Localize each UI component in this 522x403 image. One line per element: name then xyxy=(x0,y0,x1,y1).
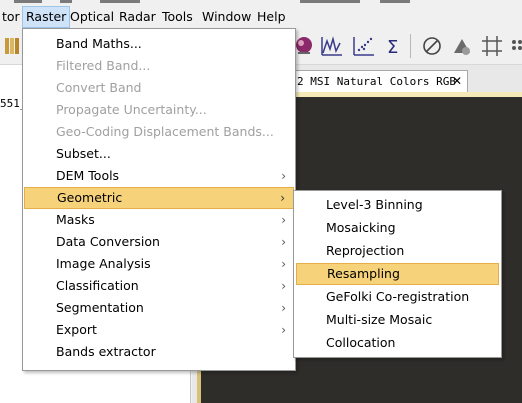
chevron-right-icon: › xyxy=(281,235,286,249)
grid-icon[interactable] xyxy=(480,34,504,58)
raster-menu: Band Maths... Filtered Band... Convert Ban… xyxy=(22,28,296,371)
svg-text:Σ: Σ xyxy=(387,37,398,57)
menu-raster[interactable]: Raster xyxy=(22,6,71,28)
menu-radar[interactable]: Radar xyxy=(116,6,159,28)
menu-tools[interactable]: Tools xyxy=(159,6,196,28)
menu-item-label: DEM Tools xyxy=(56,168,120,183)
menu-item-label: Level-3 Binning xyxy=(326,197,423,212)
dots-icon[interactable] xyxy=(506,34,522,58)
menu-item-label: Mosaicking xyxy=(326,220,396,235)
raster-menu-item-geo-coding-displacement-bands: Geo-Coding Displacement Bands... xyxy=(24,121,294,143)
geometric-item-mosaicking[interactable]: Mosaicking xyxy=(296,217,499,239)
raster-menu-item-dem-tools[interactable]: DEM Tools › xyxy=(24,165,294,187)
sum-icon[interactable]: Σ xyxy=(382,34,406,58)
menu-item-label: Multi-size Mosaic xyxy=(326,312,433,327)
menu-item-label: Collocation xyxy=(326,335,396,350)
geometric-item-collocation[interactable]: Collocation xyxy=(296,332,499,354)
raster-menu-item-propagate-uncertainty: Propagate Uncertainty... xyxy=(24,99,294,121)
chevron-right-icon: › xyxy=(281,301,286,315)
menu-item-label: Segmentation xyxy=(56,300,144,315)
raster-menu-item-geometric[interactable]: Geometric › xyxy=(24,187,294,209)
folder-icon[interactable] xyxy=(0,34,24,58)
menu-item-label: Filtered Band... xyxy=(56,58,151,73)
menu-item-label: Geometric xyxy=(57,190,123,205)
raster-menu-item-convert-band: Convert Band xyxy=(24,77,294,99)
pin-icon[interactable] xyxy=(450,34,474,58)
raster-menu-item-classification[interactable]: Classification › xyxy=(24,275,294,297)
menu-item-label: Convert Band xyxy=(56,80,142,95)
toolbar-separator xyxy=(410,34,411,58)
scatter-icon[interactable] xyxy=(352,34,376,58)
menu-item-label: Classification xyxy=(56,278,139,293)
close-icon[interactable]: ✕ xyxy=(452,71,462,92)
chevron-right-icon: › xyxy=(280,191,285,205)
raster-menu-item-bands-extractor[interactable]: Bands extractor xyxy=(24,341,294,363)
chevron-right-icon: › xyxy=(281,279,286,293)
raster-menu-item-band-maths[interactable]: Band Maths... xyxy=(24,33,294,55)
menu-item-label: Resampling xyxy=(327,266,400,281)
menu-item-label: Data Conversion xyxy=(56,234,160,249)
raster-menu-item-image-analysis[interactable]: Image Analysis › xyxy=(24,253,294,275)
raster-menu-item-export[interactable]: Export › xyxy=(24,319,294,341)
menu-bar: tor Raster Optical Radar Tools Window He… xyxy=(0,6,522,28)
menu-window[interactable]: Window xyxy=(199,6,254,28)
raster-menu-item-subset[interactable]: Subset... xyxy=(24,143,294,165)
chevron-right-icon: › xyxy=(281,257,286,271)
tab-natural-colors-rgb[interactable]: 2 MSI Natural Colors RGB ✕ xyxy=(292,70,468,92)
raster-menu-item-filtered-band: Filtered Band... xyxy=(24,55,294,77)
tab-title: 2 MSI Natural Colors RGB xyxy=(297,75,456,88)
menu-item-label: Propagate Uncertainty... xyxy=(56,102,207,117)
chevron-right-icon: › xyxy=(281,169,286,183)
menu-item-label: Band Maths... xyxy=(56,36,142,51)
geometric-item-multi-size-mosaic[interactable]: Multi-size Mosaic xyxy=(296,309,499,331)
raster-menu-item-masks[interactable]: Masks › xyxy=(24,209,294,231)
menu-item-label: Geo-Coding Displacement Bands... xyxy=(56,124,274,139)
menu-item-label: GeFolki Co-registration xyxy=(326,289,470,304)
raster-menu-item-data-conversion[interactable]: Data Conversion › xyxy=(24,231,294,253)
menu-item-label: Masks xyxy=(56,212,95,227)
geometric-item-reprojection[interactable]: Reprojection xyxy=(296,240,499,262)
raster-menu-item-segmentation[interactable]: Segmentation › xyxy=(24,297,294,319)
menu-optical[interactable]: Optical xyxy=(67,6,117,28)
menu-item-label: Export xyxy=(56,322,97,337)
geometric-item-level-3-binning[interactable]: Level-3 Binning xyxy=(296,194,499,216)
menu-item-label: Subset... xyxy=(56,146,111,161)
chevron-right-icon: › xyxy=(281,323,286,337)
geometric-item-resampling[interactable]: Resampling xyxy=(296,263,499,285)
chevron-right-icon: › xyxy=(281,213,286,227)
geometric-submenu: Level-3 Binning Mosaicking Reprojection Res… xyxy=(293,190,502,358)
menu-vector[interactable]: tor xyxy=(0,6,23,28)
menu-item-label: Reprojection xyxy=(326,243,405,258)
menu-help[interactable]: Help xyxy=(254,6,289,28)
graph-icon[interactable] xyxy=(320,34,344,58)
no-entry-icon[interactable] xyxy=(420,34,444,58)
geometric-item-gefolki-co-registration[interactable]: GeFolki Co-registration xyxy=(296,286,499,308)
menu-item-label: Image Analysis xyxy=(56,256,151,271)
menu-item-label: Bands extractor xyxy=(56,344,156,359)
